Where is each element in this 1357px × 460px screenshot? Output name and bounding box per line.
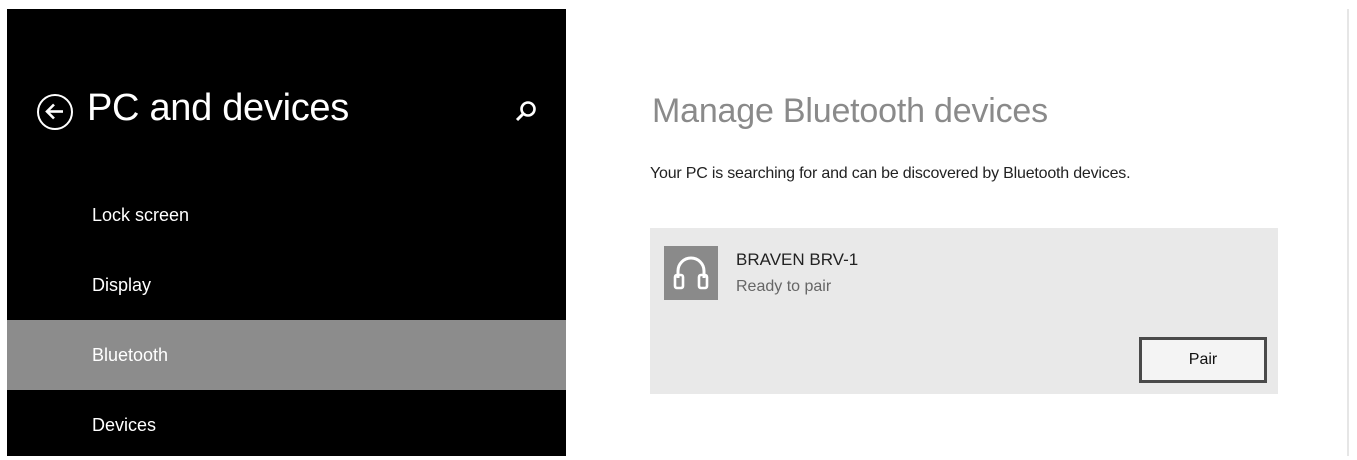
settings-window: PC and devices Lock screen Display Bluet…	[7, 9, 1349, 456]
sidebar-title: PC and devices	[87, 87, 349, 129]
search-icon[interactable]	[513, 99, 539, 125]
sidebar-item-label: Lock screen	[92, 205, 190, 225]
headset-icon	[664, 246, 718, 300]
page-title: Manage Bluetooth devices	[652, 92, 1048, 130]
sidebar: PC and devices Lock screen Display Bluet…	[7, 9, 566, 456]
sidebar-item-label: Bluetooth	[92, 345, 169, 365]
main-content: Manage Bluetooth devices Your PC is sear…	[566, 9, 1349, 456]
discovery-status-text: Your PC is searching for and can be disc…	[650, 165, 1131, 182]
sidebar-item-devices[interactable]: Devices	[7, 390, 566, 460]
sidebar-item-bluetooth[interactable]: Bluetooth	[7, 320, 566, 390]
sidebar-item-display[interactable]: Display	[7, 250, 566, 320]
pair-button[interactable]: Pair	[1139, 337, 1267, 383]
back-arrow-icon	[45, 103, 63, 120]
device-name: BRAVEN BRV-1	[736, 250, 859, 269]
sidebar-item-label: Devices	[92, 415, 157, 435]
sidebar-item-label: Display	[92, 275, 152, 295]
device-list-item[interactable]: BRAVEN BRV-1 Ready to pair Pair	[650, 228, 1278, 394]
sidebar-item-lock-screen[interactable]: Lock screen	[7, 180, 566, 250]
device-status: Ready to pair	[736, 278, 832, 295]
back-button[interactable]	[37, 94, 73, 130]
